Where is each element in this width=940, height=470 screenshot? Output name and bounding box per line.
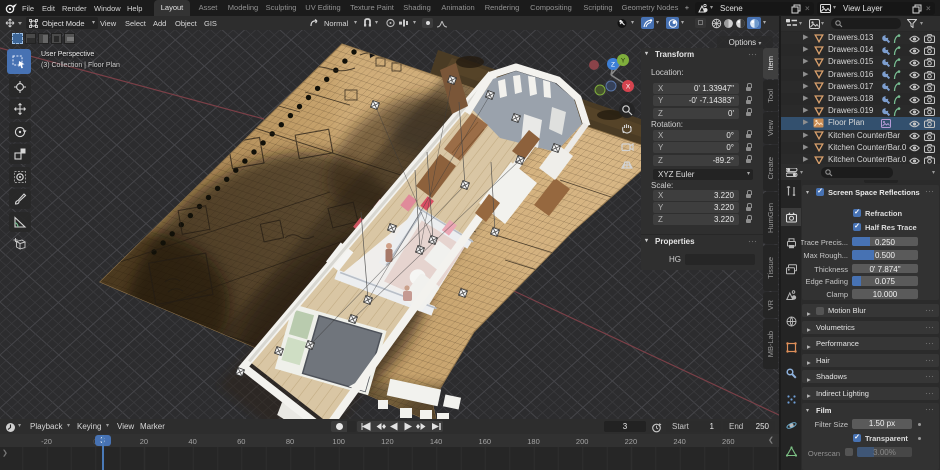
svg-text:Y: Y <box>621 58 626 65</box>
svg-text:Z: Z <box>611 62 615 69</box>
svg-text:X: X <box>626 84 631 91</box>
